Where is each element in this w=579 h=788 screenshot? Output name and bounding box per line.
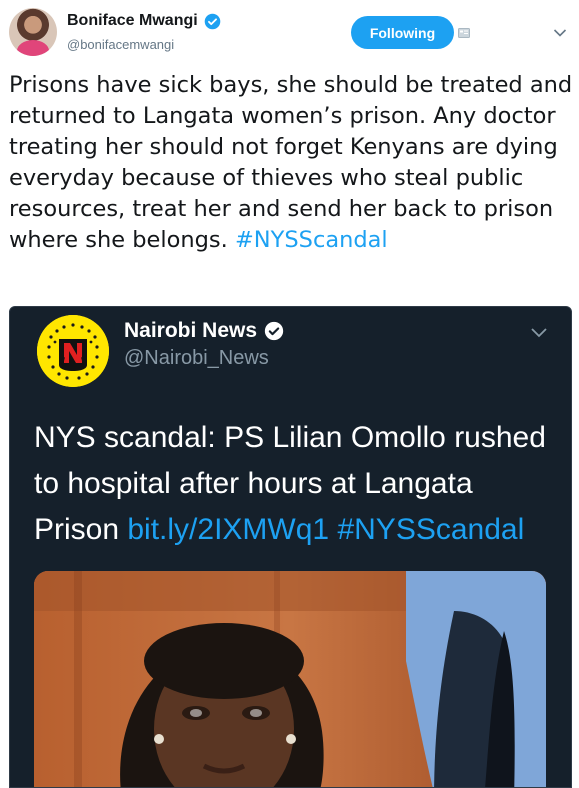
chevron-down-icon[interactable] (553, 28, 567, 38)
quoted-author-display-name[interactable]: Nairobi News (124, 319, 257, 343)
news-photo-image (34, 571, 546, 787)
author-avatar[interactable] (9, 8, 57, 56)
quoted-tweet-text: NYS scandal: PS Lilian Omollo rushed to … (34, 415, 554, 553)
verified-badge-icon (264, 321, 284, 341)
quoted-tweet-url-link[interactable]: bit.ly/2IXMWq1 (127, 513, 329, 546)
following-button[interactable]: Following (351, 16, 454, 49)
quoted-tweet-photo[interactable] (34, 571, 546, 787)
notifications-icon[interactable] (458, 28, 470, 38)
quoted-author-avatar[interactable] (37, 315, 109, 387)
author-name-row: Boniface Mwangi (67, 12, 221, 30)
chevron-down-icon[interactable] (530, 327, 548, 339)
quoted-tweet-hashtag-link[interactable]: #NYSScandal (337, 513, 524, 546)
author-display-name[interactable]: Boniface Mwangi (67, 12, 198, 30)
nairobi-news-logo-icon (37, 315, 109, 387)
tweet-text-body: Prisons have sick bays, she should be tr… (9, 72, 573, 253)
verified-badge-icon (204, 13, 220, 29)
quoted-author-name-row: Nairobi News (124, 319, 284, 343)
tweet-text: Prisons have sick bays, she should be tr… (9, 70, 574, 256)
quoted-tweet-card[interactable]: Nairobi News @Nairobi_News NYS scandal: … (9, 306, 572, 788)
quoted-author-handle[interactable]: @Nairobi_News (124, 347, 269, 370)
tweet-hashtag-link[interactable]: #NYSScandal (235, 227, 388, 253)
author-handle[interactable]: @bonifacemwangi (67, 37, 174, 52)
